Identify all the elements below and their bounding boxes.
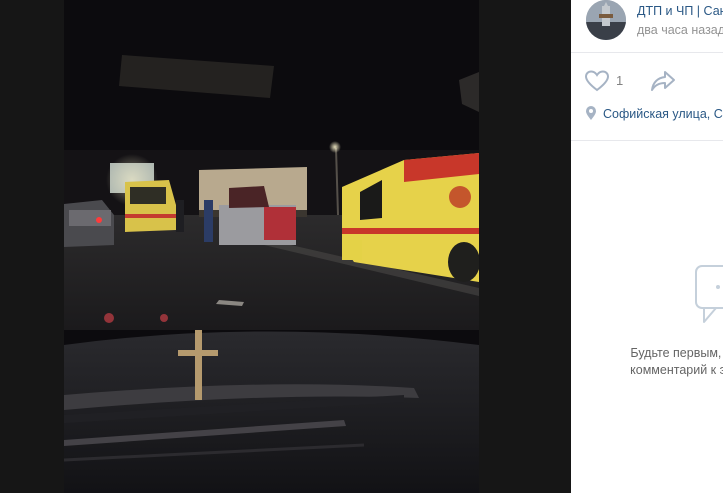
post-location-link[interactable]: Софийская улица, Санкт-Петербург <box>603 107 723 121</box>
empty-comments-line: комментарий к этой записи. <box>630 363 723 377</box>
empty-comments-text: Будьте первым, кто оставит комментарий к… <box>611 345 723 379</box>
photo-viewer[interactable] <box>0 0 571 493</box>
heart-icon <box>584 70 610 92</box>
divider <box>571 52 723 53</box>
like-button[interactable] <box>584 70 610 92</box>
post-photo[interactable] <box>64 0 479 493</box>
community-name[interactable]: ДТП и ЧП | Санкт-Петербург <box>637 4 723 18</box>
like-count: 1 <box>616 73 624 88</box>
empty-comments-line: Будьте первым, кто оставит <box>630 346 723 360</box>
location-pin-icon <box>585 106 597 121</box>
post-time[interactable]: два часа назад <box>637 23 723 37</box>
community-avatar[interactable] <box>586 0 626 40</box>
share-arrow-icon <box>651 71 675 91</box>
night-accident-scene <box>64 0 479 493</box>
post-sidebar: ДТП и ЧП | Санкт-Петербург два часа наза… <box>571 0 723 493</box>
divider <box>571 140 723 141</box>
share-button[interactable] <box>650 70 676 92</box>
comment-bubble-icon <box>694 264 723 326</box>
